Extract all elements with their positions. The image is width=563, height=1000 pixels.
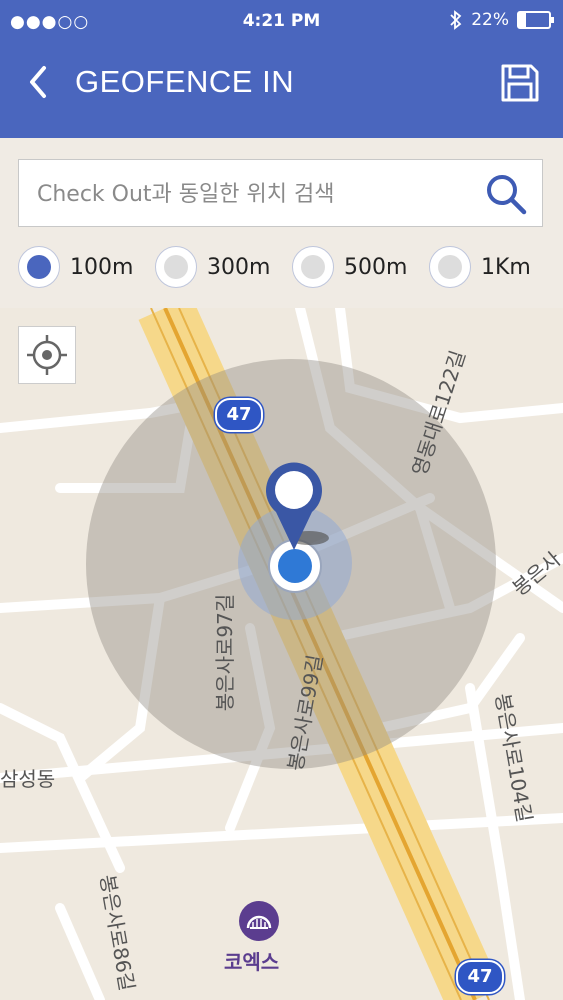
route-shield-47-bottom: 47: [456, 960, 504, 994]
radius-label: 100m: [70, 254, 134, 280]
route-shield-47: 47: [215, 398, 263, 432]
search-box: [18, 159, 543, 228]
map-roads: [0, 308, 563, 1000]
radius-option-100m[interactable]: 100m: [18, 246, 155, 288]
save-button[interactable]: [499, 62, 541, 104]
battery-percent: 22%: [471, 10, 509, 30]
magnifier-icon: [487, 175, 527, 215]
status-bar: ●●●○○ 4:21 PM 22%: [0, 0, 563, 42]
radius-selector: 100m 300m 500m 1Km: [18, 246, 563, 288]
radio-button[interactable]: [429, 246, 471, 288]
radio-button[interactable]: [292, 246, 334, 288]
radius-label: 300m: [207, 254, 271, 280]
search-button[interactable]: [484, 172, 528, 216]
poi-label[interactable]: 코엑스: [224, 946, 279, 975]
chevron-left-icon: [30, 66, 46, 98]
page-title: GEOFENCE IN: [75, 64, 295, 99]
battery-icon: [517, 11, 554, 29]
radio-button[interactable]: [155, 246, 197, 288]
radio-button[interactable]: [18, 246, 60, 288]
radius-option-500m[interactable]: 500m: [292, 246, 429, 288]
locate-me-button[interactable]: [18, 326, 76, 384]
map-view[interactable]: 47 47 영동대로122길 봉은사로97길 봉은사로99길 봉은사로104길 …: [0, 308, 563, 1000]
search-panel: 100m 300m 500m 1Km: [0, 138, 563, 308]
bluetooth-icon: [450, 10, 462, 30]
radius-option-300m[interactable]: 300m: [155, 246, 292, 288]
floppy-disk-icon: [501, 64, 539, 102]
radius-option-1km[interactable]: 1Km: [429, 246, 563, 288]
radius-label: 500m: [344, 254, 408, 280]
status-right: 22%: [449, 10, 554, 30]
crosshair-icon: [27, 335, 67, 375]
map-pin-icon[interactable]: [254, 454, 334, 554]
street-label: 봉은사로97길: [213, 593, 238, 712]
coex-icon[interactable]: [238, 900, 280, 942]
search-input[interactable]: [35, 160, 479, 228]
back-button[interactable]: [18, 60, 62, 104]
header: GEOFENCE IN: [0, 42, 563, 138]
radius-label: 1Km: [481, 254, 531, 280]
area-label: 삼성동: [0, 767, 56, 791]
